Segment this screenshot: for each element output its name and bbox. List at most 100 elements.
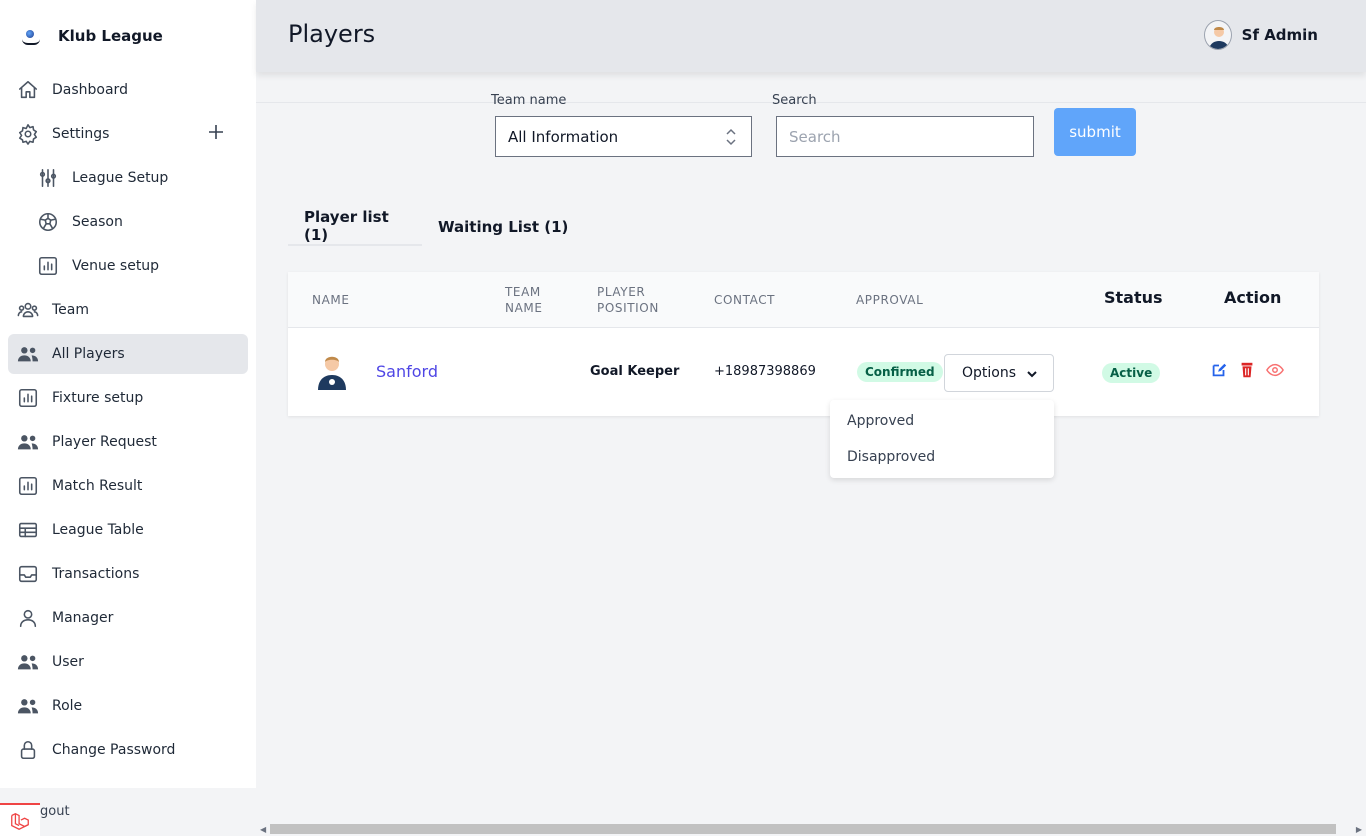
horizontal-scrollbar[interactable]: ◀ ▶ [256,822,1366,836]
gear-icon [16,122,40,146]
sidebar-item-label: User [52,654,84,670]
sidebar-item-label: Transactions [52,566,140,582]
players-table: NAME TEAM NAME PLAYER POSITION CONTACT A… [288,272,1319,416]
sidebar-item-label: Venue setup [72,258,160,274]
search-label: Search [772,93,817,108]
th-status: Status [1104,288,1163,307]
sidebar-item-dashboard[interactable]: Dashboard [8,70,248,110]
sidebar-item-league-setup[interactable]: League Setup [8,158,248,198]
sidebar-item-label: Role [52,698,83,714]
sidebar-item-label: Manager [52,610,114,626]
scroll-left-arrow-icon[interactable]: ◀ [260,825,266,834]
th-team-name-line1: TEAM [505,285,541,299]
user-name: Sf Admin [1241,26,1318,44]
users-icon [16,342,40,366]
lock-icon [16,738,40,762]
player-avatar [310,350,354,394]
sidebar-item-label: League Setup [72,170,169,186]
th-name: NAME [312,293,350,307]
player-name-link[interactable]: Sanford [376,362,438,381]
approval-options-menu: Approved Disapproved [830,400,1054,478]
brand-logo-icon [20,22,42,50]
brand-name: Klub League [58,27,163,45]
scroll-right-arrow-icon[interactable]: ▶ [1356,825,1362,834]
sidebar-item-venue-setup[interactable]: Venue setup [8,246,248,286]
table-icon [16,518,40,542]
options-label: Options [962,365,1017,381]
sidebar-item-label: Fixture setup [52,390,144,406]
chart-icon [16,386,40,410]
sidebar-item-transactions[interactable]: Transactions [8,554,248,594]
th-contact: CONTACT [714,293,776,307]
sliders-icon [36,166,60,190]
th-team-name-line2: NAME [505,301,543,315]
users-icon [16,694,40,718]
scroll-thumb[interactable] [270,824,1336,834]
sidebar-nav: Dashboard Settings League Setup Season V… [8,70,248,774]
chevron-down-icon [1025,367,1039,385]
menu-item-disapproved[interactable]: Disapproved [847,449,935,465]
sidebar-item-user[interactable]: User [8,642,248,682]
home-icon [16,78,40,102]
th-player-position-line1: PLAYER [597,285,646,299]
logout-link[interactable]: gout [40,804,70,819]
team-name-label: Team name [491,93,567,108]
inbox-icon [16,562,40,586]
sidebar-item-change-password[interactable]: Change Password [8,730,248,770]
sidebar-item-label: Player Request [52,434,157,450]
sidebar-item-label: Settings [52,126,110,142]
brand[interactable]: Klub League [20,22,163,50]
top-header: Players Sf Admin [256,0,1366,72]
user-icon [16,606,40,630]
cell-contact: +18987398869 [714,364,816,379]
options-dropdown-button[interactable]: Options [944,354,1054,392]
team-icon [16,298,40,322]
th-player-position-line2: POSITION [597,301,659,315]
view-eye-icon[interactable] [1266,361,1284,383]
th-approval: APPROVAL [856,293,924,307]
edit-icon[interactable] [1210,361,1228,383]
select-chevron-icon [725,127,737,151]
sidebar-item-label: Change Password [52,742,176,758]
sidebar-item-match-result[interactable]: Match Result [8,466,248,506]
sidebar: Klub League Dashboard Settings League Se… [0,0,256,788]
avatar [1203,20,1232,50]
tab-waiting-list[interactable]: Waiting List (1) [422,208,584,246]
submit-button[interactable]: submit [1054,108,1136,156]
sidebar-item-settings[interactable]: Settings [8,114,248,154]
tab-player-list[interactable]: Player list (1) [288,208,422,246]
th-action: Action [1224,288,1282,307]
status-badge: Active [1102,363,1161,383]
sidebar-item-season[interactable]: Season [8,202,248,242]
users-icon [16,650,40,674]
soccer-ball-icon [36,210,60,234]
sidebar-item-team[interactable]: Team [8,290,248,330]
sidebar-item-fixture-setup[interactable]: Fixture setup [8,378,248,418]
sidebar-item-label: League Table [52,522,144,538]
team-name-select-value: All Information [508,127,619,146]
table-header: NAME TEAM NAME PLAYER POSITION CONTACT A… [288,272,1319,328]
delete-icon[interactable] [1238,361,1256,383]
search-input[interactable] [776,116,1034,157]
expand-plus-icon[interactable] [206,122,226,142]
sidebar-item-label: Season [72,214,123,230]
sidebar-item-label: Team [52,302,90,318]
sidebar-item-label: Dashboard [52,82,128,98]
sidebar-item-manager[interactable]: Manager [8,598,248,638]
chart-icon [16,474,40,498]
sidebar-item-league-table[interactable]: League Table [8,510,248,550]
sidebar-item-label: All Players [52,346,125,362]
sidebar-item-player-request[interactable]: Player Request [8,422,248,462]
laravel-logo-icon[interactable] [0,803,40,836]
row-actions [1210,361,1284,383]
chart-icon [36,254,60,278]
sidebar-item-all-players[interactable]: All Players [8,334,248,374]
menu-item-approved[interactable]: Approved [847,413,914,429]
users-icon [16,430,40,454]
approval-badge: Confirmed [857,362,943,382]
sidebar-item-label: Match Result [52,478,143,494]
user-menu[interactable]: Sf Admin [1203,20,1318,50]
team-name-select[interactable]: All Information [495,116,752,157]
page-title: Players [288,20,376,48]
sidebar-item-role[interactable]: Role [8,686,248,726]
